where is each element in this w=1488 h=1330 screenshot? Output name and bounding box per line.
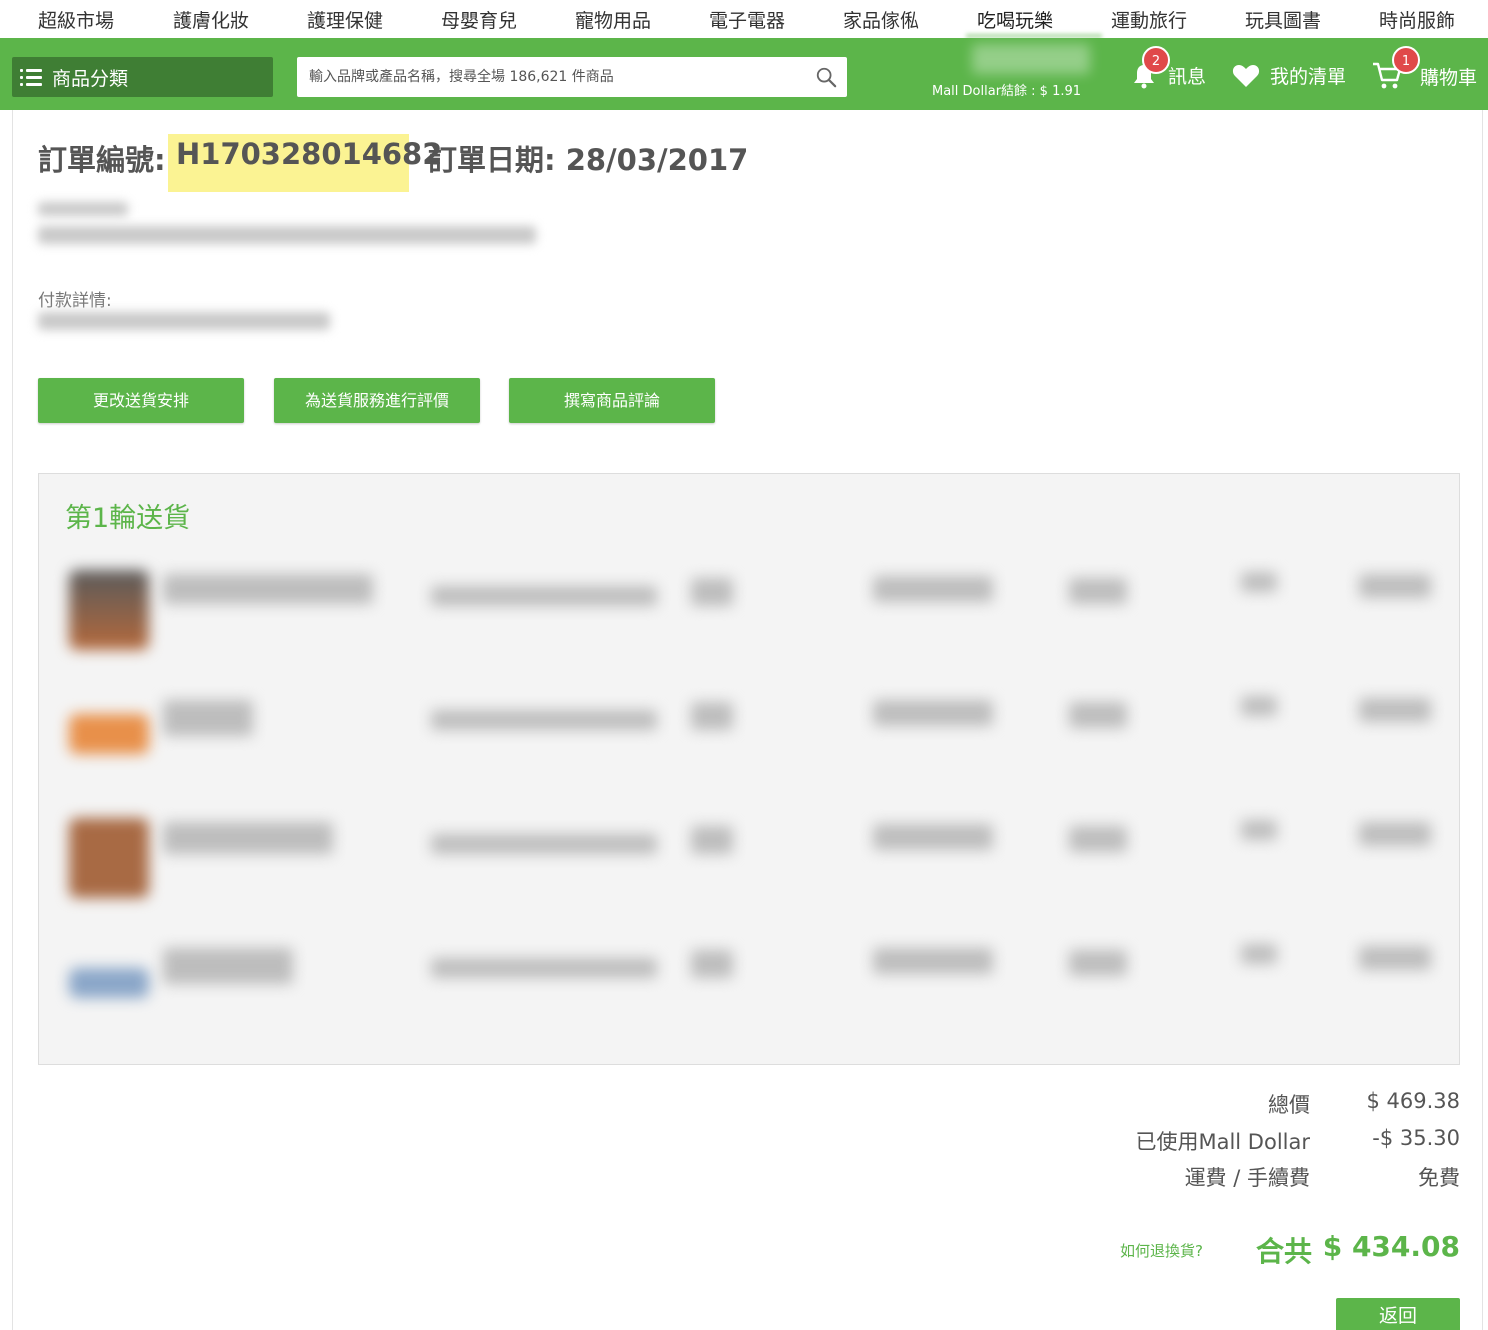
shipment-panel: 第1輪送貨 [38, 473, 1460, 1065]
blurred-region [972, 44, 1090, 74]
blurred-region [38, 202, 128, 216]
product-thumbnail [69, 714, 149, 754]
category-menu-button[interactable]: 商品分類 [12, 57, 273, 97]
messages-label: 訊息 [1168, 66, 1207, 88]
menu-icon [20, 68, 42, 86]
nav-category[interactable]: 時尚服飾 [1379, 6, 1455, 33]
search-icon[interactable] [815, 66, 837, 88]
wishlist-label: 我的清單 [1270, 66, 1347, 88]
shipping-fee-value: 免費 [1418, 1166, 1460, 1190]
mall-dollar-used-label: 已使用Mall Dollar [1135, 1130, 1310, 1154]
subtotal-label: 總價 [1268, 1093, 1310, 1117]
wishlist-link[interactable]: 我的清單 [1232, 62, 1346, 89]
nav-category[interactable]: 護理保健 [307, 6, 383, 33]
category-nav: 超級市場 護膚化妝 護理保健 母嬰育兒 寵物用品 電子電器 家品傢俬 吃喝玩樂 … [0, 0, 1488, 38]
order-number: H170328014682 [176, 137, 443, 171]
messages-link[interactable]: 2 訊息 [1132, 46, 1207, 89]
blurred-region [38, 226, 536, 244]
order-item-row [39, 560, 1461, 670]
messages-count-badge: 2 [1142, 46, 1170, 74]
nav-category[interactable]: 寵物用品 [575, 6, 651, 33]
nav-category[interactable]: 護膚化妝 [173, 6, 249, 33]
nav-category[interactable]: 母嬰育兒 [441, 6, 517, 33]
nav-category[interactable]: 電子電器 [709, 6, 785, 33]
shipment-title: 第1輪送貨 [65, 503, 191, 534]
shipping-fee-label: 運費 / 手續費 [1184, 1166, 1310, 1190]
nav-category[interactable]: 家品傢俬 [843, 6, 919, 33]
product-thumbnail [69, 968, 149, 998]
product-thumbnail [69, 818, 149, 898]
content-border-right [1482, 110, 1483, 1330]
subtotal-value: $ 469.38 [1366, 1089, 1460, 1113]
cart-count-badge: 1 [1392, 46, 1420, 74]
header-bar: 商品分類 Mall Dollar結餘 : $ 1.91 2 訊息 我的清單 1 … [0, 38, 1488, 110]
mall-dollar-balance: Mall Dollar結餘 : $ 1.91 [932, 84, 1082, 99]
nav-category[interactable]: 超級市場 [38, 6, 114, 33]
content-border-left [12, 110, 13, 1330]
search-input[interactable] [297, 57, 797, 97]
return-policy-link[interactable]: 如何退換貨? [1120, 1240, 1203, 1261]
search-box [297, 57, 847, 97]
blurred-region [38, 312, 330, 330]
grand-total-value: $ 434.08 [1322, 1230, 1460, 1263]
nav-category[interactable]: 運動旅行 [1111, 6, 1187, 33]
rate-delivery-button[interactable]: 為送貨服務進行評價 [274, 378, 480, 423]
order-item-row [39, 808, 1461, 918]
order-item-row [39, 684, 1461, 794]
nav-category[interactable]: 玩具圖書 [1245, 6, 1321, 33]
write-review-button[interactable]: 撰寫商品評論 [509, 378, 715, 423]
order-number-label: 訂單編號: [38, 143, 166, 177]
product-thumbnail [69, 570, 149, 650]
nav-category-active[interactable]: 吃喝玩樂 [977, 6, 1053, 33]
cart-link[interactable]: 1 購物車 [1372, 46, 1478, 90]
mall-dollar-used-value: -$ 35.30 [1372, 1126, 1460, 1150]
category-menu-label: 商品分類 [52, 67, 129, 90]
order-item-row [39, 932, 1461, 1042]
heart-icon [1232, 64, 1260, 87]
order-date: 訂單日期: 28/03/2017 [428, 143, 749, 177]
grand-total-label: 合共 [1256, 1235, 1313, 1268]
back-button[interactable]: 返回 [1336, 1298, 1460, 1330]
cart-label: 購物車 [1420, 66, 1478, 89]
payment-details-label: 付款詳情: [38, 291, 112, 311]
change-delivery-button[interactable]: 更改送貨安排 [38, 378, 244, 423]
